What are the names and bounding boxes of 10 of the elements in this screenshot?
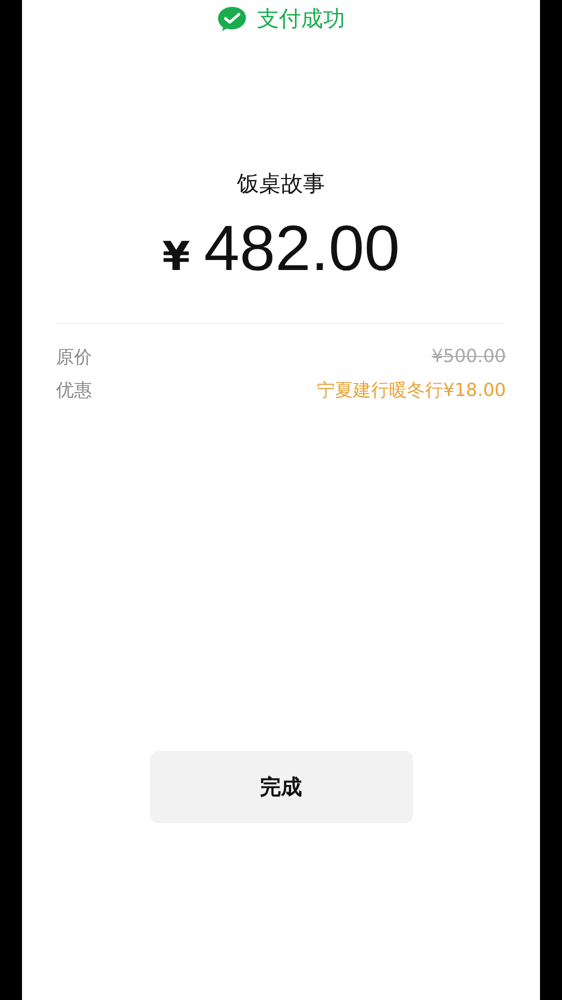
discount-value: 宁夏建行暖冬行¥18.00	[317, 378, 506, 402]
detail-label: 优惠	[56, 378, 92, 402]
merchant-name: 饭桌故事	[237, 171, 325, 199]
currency-symbol: ¥	[162, 234, 190, 280]
done-button[interactable]: 完成	[150, 751, 412, 823]
detail-label: 原价	[56, 346, 92, 368]
chat-check-icon	[217, 6, 247, 32]
status-title: 支付成功	[257, 6, 345, 34]
amount-value: 482.00	[204, 211, 400, 285]
original-price: ¥500.00	[432, 346, 506, 367]
